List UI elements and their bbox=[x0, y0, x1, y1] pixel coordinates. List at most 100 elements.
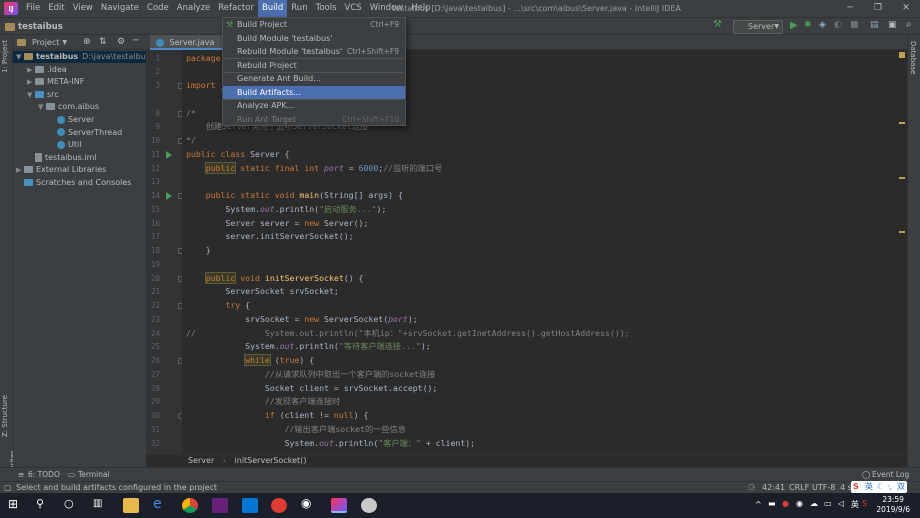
avatar-app-icon[interactable] bbox=[361, 498, 377, 513]
warning-icon[interactable] bbox=[899, 52, 905, 58]
menu-run[interactable]: Run bbox=[287, 0, 311, 17]
editor-gutter[interactable]: 1 2 3 8 9 10 11 12 13 14 15 16 17 18 19 20 21 22 23 24 25 26 2… bbox=[146, 50, 184, 454]
collapsed-arrow-icon[interactable]: ▶ bbox=[27, 64, 35, 76]
tray-qq-icon[interactable]: ◉ bbox=[796, 499, 803, 508]
caret-position[interactable]: 42:41 bbox=[762, 482, 785, 493]
search-icon[interactable]: ⚲ bbox=[36, 497, 52, 512]
menu-view[interactable]: View bbox=[69, 0, 97, 17]
ime-indicator[interactable]: 英 bbox=[851, 499, 859, 510]
warning-marker[interactable] bbox=[899, 231, 905, 233]
build-menu-item-build-project[interactable]: Build Project Ctrl+F9 ⚒ bbox=[223, 18, 405, 32]
error-stripe[interactable] bbox=[897, 50, 907, 454]
build-menu-item-build-artifacts[interactable]: Build Artifacts... bbox=[223, 85, 405, 99]
event-log-tool-tab[interactable]: Event Log bbox=[872, 468, 909, 481]
menu-navigate[interactable]: Navigate bbox=[97, 0, 143, 17]
tray-app-icon[interactable]: ● bbox=[782, 499, 789, 508]
warning-marker[interactable] bbox=[899, 177, 905, 179]
maximize-button[interactable]: ❐ bbox=[864, 0, 892, 17]
run-icon[interactable]: ▶ bbox=[790, 20, 798, 31]
collapse-all-icon[interactable]: ⇅ bbox=[99, 37, 107, 47]
build-menu-item-rebuild-project[interactable]: Rebuild Project bbox=[223, 59, 405, 73]
file-explorer-icon[interactable] bbox=[123, 498, 139, 513]
tree-item[interactable]: testaibus.iml bbox=[13, 152, 146, 164]
sogou-tray-icon[interactable]: S bbox=[862, 499, 867, 508]
windows-start-icon[interactable]: ⊞ bbox=[8, 497, 24, 512]
chrome-icon[interactable] bbox=[182, 498, 198, 513]
hide-panel-icon[interactable]: ─ bbox=[133, 36, 138, 46]
build-menu-item-rebuild-module-testaibus[interactable]: Rebuild Module 'testaibus' Ctrl+Shift+F9 bbox=[223, 45, 405, 59]
stop-icon[interactable]: ■ bbox=[850, 20, 859, 30]
tree-item[interactable]: Server bbox=[13, 114, 146, 126]
tray-arrow-icon[interactable]: ^ bbox=[755, 500, 762, 509]
task-view-icon[interactable]: ▥ bbox=[93, 498, 109, 513]
debug-icon[interactable]: ✱ bbox=[804, 20, 812, 30]
close-button[interactable]: ✕ bbox=[892, 0, 920, 17]
intellij-logo-icon[interactable]: IJ bbox=[4, 2, 18, 15]
locate-icon[interactable]: ⊕ bbox=[83, 37, 91, 47]
cortana-icon[interactable]: ○ bbox=[64, 497, 80, 512]
coverage-icon[interactable]: ◈ bbox=[819, 20, 826, 30]
minimize-button[interactable]: ─ bbox=[836, 0, 864, 17]
search-icon[interactable]: ⌕ bbox=[906, 19, 912, 30]
ime-mode[interactable]: 双 bbox=[897, 481, 905, 493]
tool-windows-icon[interactable]: ▢ bbox=[4, 482, 12, 493]
collapsed-arrow-icon[interactable]: ▶ bbox=[16, 164, 24, 176]
vscode-icon[interactable] bbox=[242, 498, 258, 513]
intellij-taskbar-icon[interactable] bbox=[331, 498, 347, 513]
file-encoding[interactable]: UTF-8 bbox=[812, 482, 835, 493]
tree-item[interactable]: ServerThread bbox=[13, 127, 146, 139]
sogou-ime-bar[interactable]: S 英 ☾ ·, 双 bbox=[851, 481, 907, 493]
expanded-arrow-icon[interactable]: ▼ bbox=[38, 101, 46, 113]
netease-music-icon[interactable] bbox=[271, 498, 287, 513]
menu-file[interactable]: File bbox=[22, 0, 44, 17]
menu-build[interactable]: Build bbox=[257, 0, 288, 17]
tray-device-icon[interactable]: ▬ bbox=[768, 499, 776, 508]
menu-refactor[interactable]: Refactor bbox=[214, 0, 258, 17]
expanded-arrow-icon[interactable]: ▼ bbox=[27, 89, 35, 101]
moon-icon[interactable]: ☾ bbox=[877, 481, 884, 493]
profile-icon[interactable]: ◐ bbox=[834, 20, 842, 30]
qq-icon[interactable]: ◉ bbox=[301, 496, 317, 511]
run-config-select[interactable]: Server ▼ bbox=[733, 20, 783, 34]
tree-item[interactable]: ▶ External Libraries bbox=[13, 164, 146, 176]
project-view-select[interactable]: Project bbox=[32, 38, 59, 47]
network-icon[interactable]: ▭ bbox=[824, 499, 832, 508]
database-tool-tab[interactable]: Database bbox=[909, 41, 917, 74]
expanded-arrow-icon[interactable]: ▼ bbox=[16, 51, 24, 63]
punctuation-icon[interactable]: ·, bbox=[887, 481, 892, 493]
build-menu-item-analyze-apk[interactable]: Analyze APK... bbox=[223, 99, 405, 113]
menu-code[interactable]: Code bbox=[143, 0, 173, 17]
build-menu-item-build-module-testaibus[interactable]: Build Module 'testaibus' bbox=[223, 32, 405, 46]
collapsed-arrow-icon[interactable]: ▶ bbox=[27, 76, 35, 88]
layout-icon[interactable]: ▣ bbox=[888, 20, 897, 30]
warning-marker[interactable] bbox=[899, 122, 905, 124]
menu-edit[interactable]: Edit bbox=[44, 0, 68, 17]
project-structure-icon[interactable]: ▤ bbox=[870, 20, 879, 30]
onedrive-icon[interactable]: ☁ bbox=[810, 499, 818, 508]
tree-item[interactable]: ▼ com.aibus bbox=[13, 101, 146, 113]
tree-item[interactable]: ▼ src bbox=[13, 89, 146, 101]
structure-tool-tab[interactable]: Z: Structure bbox=[1, 395, 9, 437]
line-separator[interactable]: CRLF bbox=[789, 482, 809, 493]
hector-icon[interactable]: ⚆ bbox=[748, 482, 755, 493]
breadcrumb-method[interactable]: initServerSocket() bbox=[235, 456, 307, 465]
build-menu-item-generate-ant-build[interactable]: Generate Ant Build... bbox=[223, 72, 405, 86]
todo-tool-tab[interactable]: 6: TODO bbox=[28, 468, 60, 481]
build-hammer-icon[interactable]: ⚒ bbox=[713, 19, 723, 30]
edge-browser-icon[interactable]: e bbox=[153, 496, 169, 512]
tree-item[interactable]: Util bbox=[13, 139, 146, 151]
tree-item[interactable]: Scratches and Consoles bbox=[13, 177, 146, 189]
run-gutter-icon[interactable] bbox=[166, 151, 172, 159]
volume-icon[interactable]: ◁ bbox=[838, 499, 844, 508]
menu-tools[interactable]: Tools bbox=[312, 0, 341, 17]
nav-project-crumb[interactable]: testaibus bbox=[5, 20, 63, 34]
menu-vcs[interactable]: VCS bbox=[341, 0, 366, 17]
breadcrumb-class[interactable]: Server bbox=[188, 456, 214, 465]
visual-studio-icon[interactable] bbox=[212, 498, 228, 513]
system-clock[interactable]: 23:59 2019/9/6 bbox=[876, 495, 910, 515]
gear-icon[interactable]: ⚙ bbox=[117, 37, 125, 47]
terminal-tool-tab[interactable]: Terminal bbox=[78, 468, 110, 481]
menu-analyze[interactable]: Analyze bbox=[173, 0, 215, 17]
tree-item[interactable]: ▼ testaibus D:\java\testaibus bbox=[13, 51, 150, 63]
tree-item[interactable]: ▶ META-INF bbox=[13, 76, 146, 88]
